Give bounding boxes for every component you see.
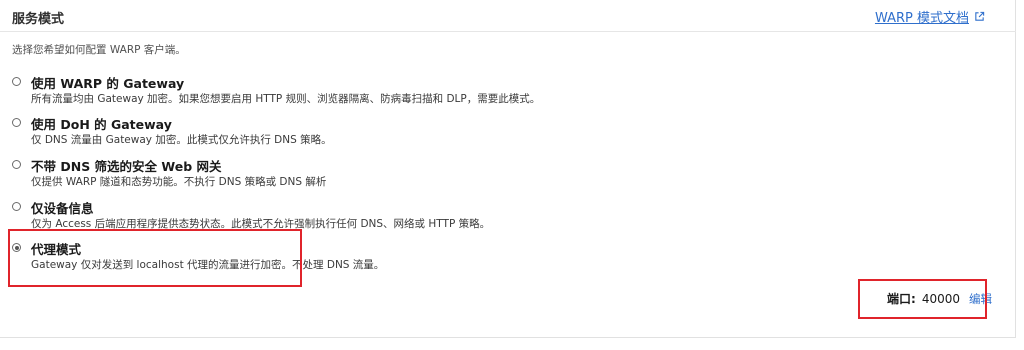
section-title: 服务模式 [12,12,65,27]
option-description: 仅 DNS 流量由 Gateway 加密。此模式仅允许执行 DNS 策略。 [31,134,332,146]
service-mode-panel: 服务模式 WARP 模式文档 选择您希望如何配置 WARP 客户端。 使用 WA… [0,0,1016,338]
warp-docs-link-label: WARP 模式文档 [874,11,969,26]
option-label: 使用 WARP 的 Gateway [31,76,185,91]
header-divider [0,31,1016,32]
option-warp-gateway[interactable]: 使用 WARP 的 Gateway 所有流量均由 Gateway 加密。如果您想… [12,74,712,110]
section-subtitle: 选择您希望如何配置 WARP 客户端。 [12,44,186,56]
option-label: 不带 DNS 筛选的安全 Web 网关 [31,159,222,174]
port-label: 端口: [887,292,916,306]
option-label: 使用 DoH 的 Gateway [31,117,172,132]
option-doh-gateway[interactable]: 使用 DoH 的 Gateway 仅 DNS 流量由 Gateway 加密。此模… [12,115,712,151]
option-label: 仅设备信息 [31,201,94,216]
port-setting: 端口: 40000 [887,290,960,307]
option-description: 所有流量均由 Gateway 加密。如果您想要启用 HTTP 规则、浏览器隔离、… [31,93,541,105]
radio-proxy-mode[interactable] [12,243,21,252]
radio-device-info-only[interactable] [12,202,21,211]
warp-docs-link[interactable]: WARP 模式文档 [875,7,985,26]
edit-port-link[interactable]: 编辑 [969,291,992,307]
radio-doh-gateway[interactable] [12,118,21,127]
option-description: 仅为 Access 后端应用程序提供态势状态。此模式不允许强制执行任何 DNS、… [31,218,491,230]
option-description: Gateway 仅对发送到 localhost 代理的流量进行加密。不处理 DN… [31,259,385,271]
option-proxy-mode[interactable]: 代理模式 Gateway 仅对发送到 localhost 代理的流量进行加密。不… [12,240,712,276]
port-value: 40000 [921,292,960,306]
radio-warp-gateway[interactable] [12,77,21,86]
option-label: 代理模式 [31,242,82,257]
option-device-info-only[interactable]: 仅设备信息 仅为 Access 后端应用程序提供态势状态。此模式不允许强制执行任… [12,199,712,235]
radio-secure-web-gateway[interactable] [12,160,21,169]
option-description: 仅提供 WARP 隧道和态势功能。不执行 DNS 策略或 DNS 解析 [31,176,327,188]
option-secure-web-gateway[interactable]: 不带 DNS 筛选的安全 Web 网关 仅提供 WARP 隧道和态势功能。不执行… [12,157,712,193]
external-link-icon [975,11,985,21]
